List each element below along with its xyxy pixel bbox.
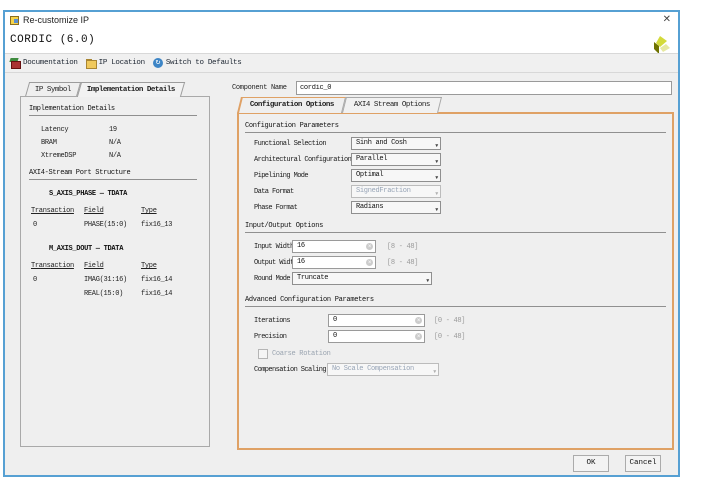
- tab-configuration-options[interactable]: Configuration Options: [237, 97, 346, 113]
- output-width-label: Output Width: [254, 259, 297, 267]
- compensation-scaling-label: Compensation Scaling: [254, 366, 326, 374]
- table-cell: REAL(15:0): [84, 290, 123, 298]
- col-header-transaction: Transaction: [31, 207, 74, 215]
- switch-defaults-icon: ↻: [153, 58, 163, 68]
- table-cell: fix16_14: [141, 290, 172, 298]
- port-group-m-axis-dout: M_AXIS_DOUT — TDATA: [49, 245, 123, 253]
- component-name-label: Component Name: [232, 84, 287, 92]
- round-mode-dropdown[interactable]: Truncate▼: [292, 272, 432, 285]
- functional-selection-label: Functional Selection: [254, 140, 326, 148]
- configuration-parameters-header: Configuration Parameters: [245, 122, 666, 133]
- app-icon: [10, 15, 19, 24]
- input-width-label: Input Width: [254, 243, 294, 251]
- documentation-label: Documentation: [23, 59, 78, 67]
- col-header-field: Field: [84, 262, 104, 270]
- architectural-configuration-dropdown[interactable]: Parallel▼: [351, 153, 441, 166]
- iterations-label: Iterations: [254, 317, 290, 325]
- table-cell: 0: [33, 276, 37, 284]
- implementation-details-panel: Implementation Details Latency 19 BRAM N…: [20, 96, 210, 447]
- port-structure-header: AXI4-Stream Port Structure: [29, 169, 197, 180]
- close-icon[interactable]: ✕: [661, 15, 673, 25]
- phase-format-label: Phase Format: [254, 204, 297, 212]
- input-width-field[interactable]: 16 ×: [292, 240, 376, 253]
- tab-implementation-details[interactable]: Implementation Details: [77, 82, 185, 97]
- clear-icon: ×: [366, 259, 373, 266]
- chevron-down-icon: ▼: [426, 276, 429, 287]
- clear-icon: ×: [366, 243, 373, 250]
- output-width-range: [8 - 48]: [387, 259, 418, 267]
- chevron-down-icon: ▼: [435, 173, 438, 184]
- clear-icon: ×: [415, 317, 422, 324]
- pipelining-mode-label: Pipelining Mode: [254, 172, 308, 180]
- ip-heading: CORDIC (6.0): [10, 34, 95, 46]
- col-header-transaction: Transaction: [31, 262, 74, 270]
- col-header-type: Type: [141, 262, 157, 270]
- io-options-header: Input/Output Options: [245, 222, 666, 233]
- compensation-scaling-dropdown: No Scale Compensation▼: [327, 363, 439, 376]
- ip-location-label: IP Location: [99, 59, 145, 67]
- folder-icon: [86, 58, 96, 68]
- output-width-field[interactable]: 16 ×: [292, 256, 376, 269]
- data-format-label: Data Format: [254, 188, 294, 196]
- architectural-configuration-label: Architectural Configuration: [254, 156, 351, 164]
- table-cell: IMAG(31:16): [84, 276, 127, 284]
- right-tab-bar: Configuration Options AXI4 Stream Option…: [239, 97, 440, 113]
- ok-button[interactable]: OK: [573, 455, 609, 472]
- table-cell: fix16_14: [141, 276, 172, 284]
- advanced-parameters-header: Advanced Configuration Parameters: [245, 296, 666, 307]
- component-name-input[interactable]: [296, 81, 672, 95]
- latency-value: 19: [109, 126, 117, 134]
- coarse-rotation-label: Coarse Rotation: [272, 350, 331, 358]
- documentation-book-icon: [10, 58, 20, 68]
- col-header-type: Type: [141, 207, 157, 215]
- tab-axi4-stream-options[interactable]: AXI4 Stream Options: [342, 97, 442, 113]
- col-header-field: Field: [84, 207, 104, 215]
- iterations-field[interactable]: 0 ×: [328, 314, 425, 327]
- switch-defaults-label: Switch to Defaults: [166, 59, 242, 67]
- documentation-button[interactable]: Documentation: [10, 58, 78, 68]
- toolbar: Documentation IP Location ↻ Switch to De…: [5, 53, 678, 73]
- chevron-down-icon: ▼: [435, 189, 438, 200]
- window-title: Re-customize IP: [23, 15, 89, 25]
- chevron-down-icon: ▼: [435, 157, 438, 168]
- table-cell: 0: [33, 221, 37, 229]
- configuration-options-panel: Configuration Parameters Functional Sele…: [237, 112, 674, 450]
- round-mode-label: Round Mode: [254, 275, 290, 283]
- bram-value: N/A: [109, 139, 121, 147]
- recustomize-ip-dialog: Re-customize IP ✕ CORDIC (6.0) Documenta…: [3, 10, 680, 477]
- iterations-range: [0 - 48]: [434, 317, 465, 325]
- latency-label: Latency: [41, 126, 68, 134]
- table-cell: fix16_13: [141, 221, 172, 229]
- ip-location-button[interactable]: IP Location: [86, 58, 145, 68]
- chevron-down-icon: ▼: [433, 367, 436, 378]
- implementation-details-header: Implementation Details: [29, 105, 197, 116]
- table-cell: PHASE(15:0): [84, 221, 127, 229]
- tab-ip-symbol[interactable]: IP Symbol: [25, 82, 81, 97]
- xtremedsp-value: N/A: [109, 152, 121, 160]
- bram-label: BRAM: [41, 139, 57, 147]
- precision-range: [0 - 48]: [434, 333, 465, 341]
- chevron-down-icon: ▼: [435, 205, 438, 216]
- functional-selection-dropdown[interactable]: Sinh and Cosh▼: [351, 137, 441, 150]
- pipelining-mode-dropdown[interactable]: Optimal▼: [351, 169, 441, 182]
- left-tab-bar: IP Symbol Implementation Details: [27, 82, 183, 97]
- chevron-down-icon: ▼: [435, 141, 438, 152]
- data-format-dropdown: SignedFraction▼: [351, 185, 441, 198]
- input-width-range: [8 - 48]: [387, 243, 418, 251]
- port-group-s-axis-phase: S_AXIS_PHASE — TDATA: [49, 190, 127, 198]
- window-titlebar: Re-customize IP ✕: [5, 12, 678, 27]
- cancel-button[interactable]: Cancel: [625, 455, 661, 472]
- clear-icon: ×: [415, 333, 422, 340]
- phase-format-dropdown[interactable]: Radians▼: [351, 201, 441, 214]
- precision-field[interactable]: 0 ×: [328, 330, 425, 343]
- coarse-rotation-checkbox: [258, 349, 268, 359]
- xtremedsp-label: XtremeDSP: [41, 152, 76, 160]
- precision-label: Precision: [254, 333, 286, 341]
- switch-to-defaults-button[interactable]: ↻ Switch to Defaults: [153, 58, 242, 68]
- ip-heading-row: CORDIC (6.0): [5, 27, 678, 53]
